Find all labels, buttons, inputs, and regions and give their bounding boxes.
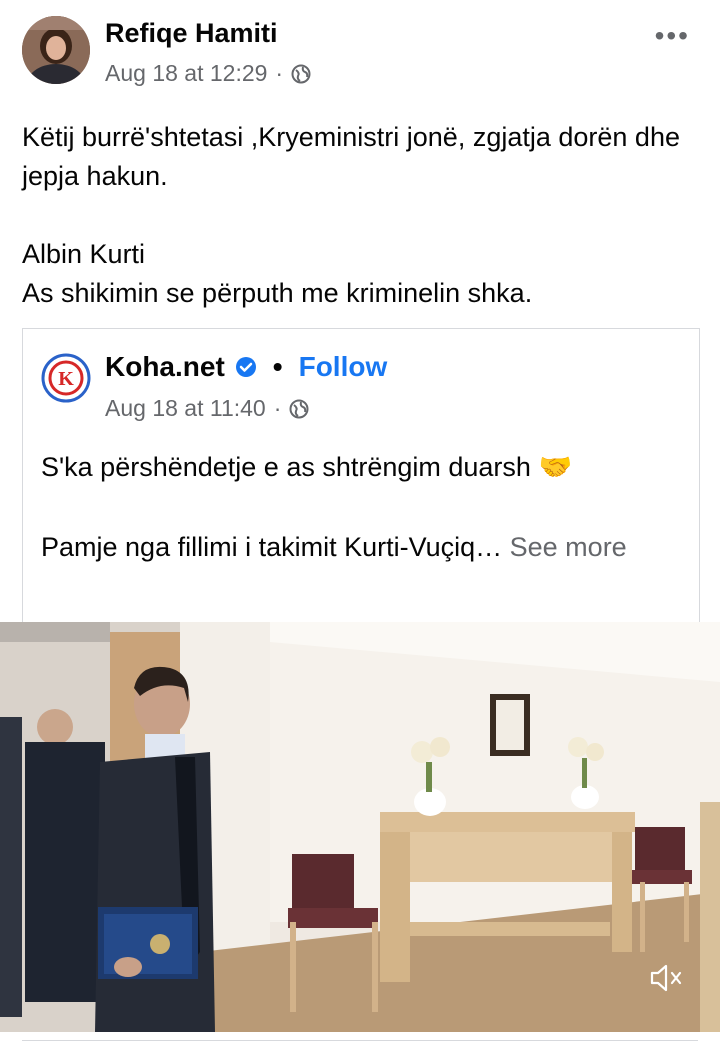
speaker-muted-icon[interactable] (646, 958, 686, 998)
author-avatar[interactable] (22, 16, 90, 84)
post-text: Këtij burrë'shtetasi ,Kryeministri jonë,… (22, 118, 702, 313)
shared-text: S'ka përshëndetje e as shtrëngim duarsh … (41, 447, 681, 567)
globe-icon (289, 399, 309, 418)
post-text-line: Albin Kurti (22, 239, 146, 269)
koha-logo-icon[interactable]: K (41, 353, 91, 403)
shared-timestamp[interactable]: Aug 18 at 11:40 (105, 395, 266, 422)
post-text-line: As shikimin se përputh me kriminelin shk… (22, 278, 533, 308)
shared-meta: Aug 18 at 11:40 · (105, 395, 309, 422)
author-name[interactable]: Refiqe Hamiti (105, 18, 278, 49)
follow-separator: • (272, 351, 283, 382)
post-timestamp[interactable]: Aug 18 at 12:29 (105, 60, 267, 87)
shared-text-line: S'ka përshëndetje e as shtrëngim duarsh … (41, 452, 573, 482)
shared-page-header: Koha.net • Follow (105, 351, 387, 383)
verified-badge-icon (235, 357, 256, 377)
globe-icon (291, 64, 311, 83)
post-meta: Aug 18 at 12:29 · (105, 60, 311, 87)
shared-post-card[interactable]: K Koha.net • Follow Aug 18 at 11:40 · S'… (22, 328, 700, 629)
page-name[interactable]: Koha.net (105, 351, 225, 383)
follow-button[interactable]: Follow (299, 351, 388, 383)
post-header: Refiqe Hamiti Aug 18 at 12:29 · ••• (0, 0, 720, 100)
see-more-link[interactable]: See more (510, 532, 627, 562)
video-player[interactable] (0, 622, 720, 1032)
shared-text-truncated: Pamje nga fillimi i takimit Kurti-Vuçiq… (41, 532, 503, 562)
more-options-button[interactable]: ••• (655, 20, 690, 52)
post-text-line: Këtij burrë'shtetasi ,Kryeministri jonë,… (22, 122, 680, 191)
svg-text:K: K (58, 368, 74, 390)
card-bottom-divider (22, 1040, 698, 1041)
meta-separator: · (273, 395, 282, 421)
shared-text-line: Pamje nga fillimi i takimit Kurti-Vuçiq…… (41, 527, 681, 567)
meta-separator: · (275, 60, 284, 86)
